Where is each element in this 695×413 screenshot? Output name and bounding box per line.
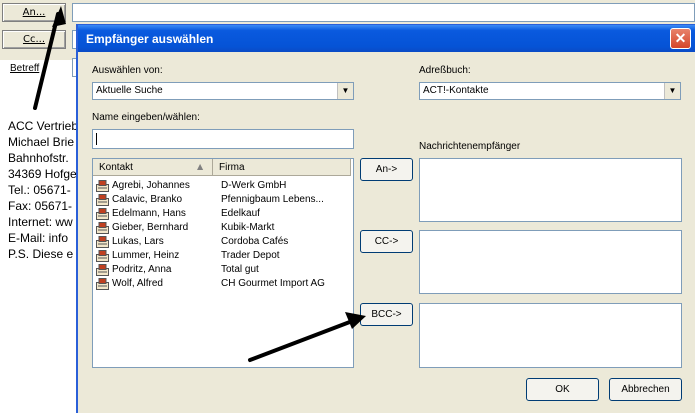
signature-line: Michael Brie (8, 135, 75, 149)
contact-company: CH Gourmet Import AG (221, 278, 325, 289)
contact-company: D-Werk GmbH (221, 180, 287, 191)
name-input[interactable] (92, 129, 354, 149)
contact-company: Edelkauf (221, 208, 260, 219)
contact-row[interactable]: Lummer, Heinz Trader Depot (95, 249, 351, 263)
contacts-list[interactable]: Kontakt ▲ Firma Agrebi, Johannes D-Werk G… (92, 158, 354, 368)
select-recipients-dialog: Empfänger auswählen ✕ Auswählen von: Akt… (76, 24, 695, 413)
contact-row[interactable]: Wolf, Alfred CH Gourmet Import AG (95, 277, 351, 291)
contact-card-icon (96, 222, 109, 234)
signature-line: Fax: 05671- (8, 199, 73, 213)
text-caret (96, 133, 97, 145)
contact-card-icon (96, 180, 109, 192)
contact-card-icon (96, 278, 109, 290)
contact-company: Cordoba Cafés (221, 236, 289, 247)
address-book-dropdown[interactable]: ACT!-Kontakte ▼ (419, 82, 681, 100)
contact-name: Lukas, Lars (112, 236, 164, 247)
contact-row[interactable]: Edelmann, Hans Edelkauf (95, 207, 351, 221)
contact-row[interactable]: Gieber, Bernhard Kubik-Markt (95, 221, 351, 235)
cc-recipients-list[interactable] (419, 230, 682, 294)
signature-line: Bahnhofstr. (8, 151, 69, 165)
contact-name: Gieber, Bernhard (112, 222, 189, 233)
contact-company: Total gut (221, 264, 259, 275)
column-header-company[interactable]: Firma (213, 159, 351, 176)
add-to-button[interactable]: An-> (360, 158, 413, 181)
select-from-value: Aktuelle Suche (96, 85, 163, 96)
signature-line: ACC Vertrieb (8, 119, 76, 133)
contact-card-icon (96, 236, 109, 248)
column-header-contact[interactable]: Kontakt (93, 159, 213, 176)
contact-row[interactable]: Calavic, Branko Pfennigbaum Lebens... (95, 193, 351, 207)
name-label: Name eingeben/wählen: (92, 112, 200, 123)
cc-button[interactable]: Cc... (2, 30, 66, 49)
subject-label: Betreff (10, 63, 40, 74)
contact-name: Calavic, Branko (112, 194, 183, 205)
contact-card-icon (96, 250, 109, 262)
to-button[interactable]: An... (2, 3, 66, 22)
to-recipients-list[interactable] (419, 158, 682, 222)
bcc-recipients-list[interactable] (419, 303, 682, 368)
signature-line: Tel.: 05671- (8, 183, 71, 197)
to-field[interactable] (72, 3, 695, 22)
cancel-button[interactable]: Abbrechen (609, 378, 682, 401)
sort-icon: ▲ (197, 162, 204, 171)
ok-button[interactable]: OK (526, 378, 599, 401)
select-from-dropdown[interactable]: Aktuelle Suche ▼ (92, 82, 354, 100)
contact-row[interactable]: Agrebi, Johannes D-Werk GmbH (95, 179, 351, 193)
signature-website[interactable]: Internet: ww (8, 215, 76, 229)
contact-company: Kubik-Markt (221, 222, 275, 233)
address-book-value: ACT!-Kontakte (423, 85, 489, 96)
dialog-title: Empfänger auswählen (86, 32, 214, 46)
contact-row[interactable]: Lukas, Lars Cordoba Cafés (95, 235, 351, 249)
contact-card-icon (96, 264, 109, 276)
chevron-down-icon[interactable]: ▼ (337, 83, 353, 99)
close-icon[interactable]: ✕ (670, 28, 691, 49)
contact-name: Lummer, Heinz (112, 250, 180, 261)
add-bcc-button[interactable]: BCC-> (360, 303, 413, 326)
select-from-label: Auswählen von: (92, 65, 163, 76)
signature-email[interactable]: E-Mail: info (8, 231, 76, 245)
contact-company: Pfennigbaum Lebens... (221, 194, 324, 205)
recipients-label: Nachrichtenempfänger (419, 141, 521, 152)
contact-name: Edelmann, Hans (112, 208, 186, 219)
contact-card-icon (96, 208, 109, 220)
contact-card-icon (96, 194, 109, 206)
contact-name: Wolf, Alfred (112, 278, 163, 289)
contact-name: Agrebi, Johannes (112, 180, 190, 191)
add-cc-button[interactable]: CC-> (360, 230, 413, 253)
address-book-label: Adreßbuch: (419, 65, 471, 76)
signature-line: 34369 Hofge (8, 167, 76, 181)
contact-company: Trader Depot (221, 250, 280, 261)
signature-line: P.S. Diese e (8, 247, 74, 261)
contact-name: Podritz, Anna (112, 264, 172, 275)
contact-row[interactable]: Podritz, Anna Total gut (95, 263, 351, 277)
chevron-down-icon[interactable]: ▼ (664, 83, 680, 99)
dialog-titlebar[interactable]: Empfänger auswählen ✕ (78, 25, 695, 52)
